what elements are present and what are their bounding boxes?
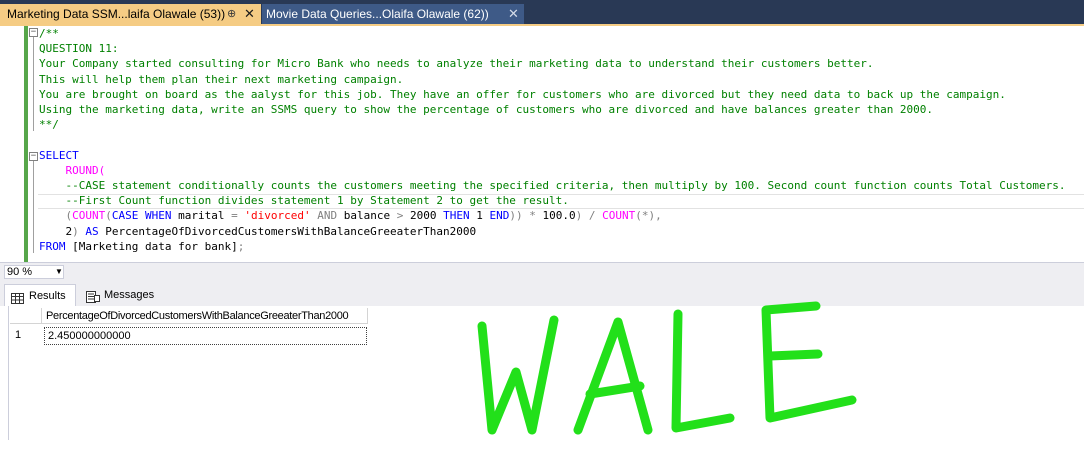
fold-guide bbox=[33, 161, 34, 253]
comment-line: **/ bbox=[39, 118, 59, 132]
comment-line: QUESTION 11: bbox=[39, 42, 119, 56]
paren: ) bbox=[72, 224, 79, 238]
operator: * bbox=[529, 209, 536, 223]
grid-corner[interactable] bbox=[10, 308, 42, 324]
operator: > bbox=[396, 209, 404, 223]
tab-marketing-data[interactable]: Marketing Data SSM...laifa Olawale (53))… bbox=[0, 4, 261, 24]
when-keyword: WHEN bbox=[145, 209, 172, 223]
result-cell[interactable]: 2.450000000000 bbox=[44, 327, 367, 345]
query-editor[interactable]: − − /** QUESTION 11: Your Company starte… bbox=[0, 26, 1084, 262]
comment-line: You are brought on board as the aalyst f… bbox=[39, 87, 1006, 101]
fold-guide bbox=[33, 37, 34, 131]
chevron-down-icon[interactable]: ▼ bbox=[55, 266, 63, 278]
row-number[interactable]: 1 bbox=[10, 326, 42, 344]
round-function: ROUND( bbox=[65, 163, 106, 177]
from-keyword: FROM bbox=[39, 239, 66, 253]
as-keyword: AS bbox=[85, 224, 99, 238]
pin-icon[interactable]: ⊕ bbox=[227, 4, 236, 24]
column-alias: PercentageOfDivorcedCustomersWithBalance… bbox=[105, 224, 477, 238]
end-keyword: END bbox=[489, 209, 510, 223]
select-keyword: SELECT bbox=[39, 148, 79, 162]
tab-label: Messages bbox=[104, 289, 155, 301]
column-name: balance bbox=[343, 209, 391, 223]
tab-label: Marketing Data SSM...laifa Olawale (53)) bbox=[7, 7, 226, 21]
zoom-bar: 90 % ▼ bbox=[0, 262, 1084, 280]
paren: )) bbox=[509, 209, 523, 223]
collapse-icon[interactable]: − bbox=[29, 152, 38, 161]
sql-code: /** QUESTION 11: Your Company started co… bbox=[39, 26, 1066, 254]
close-icon[interactable]: ✕ bbox=[508, 4, 519, 24]
operator: / bbox=[588, 209, 596, 223]
comment-line: --CASE statement conditionally counts th… bbox=[65, 179, 1066, 193]
collapse-icon[interactable]: − bbox=[29, 28, 38, 37]
comma: , bbox=[655, 209, 662, 223]
count-function: COUNT bbox=[72, 209, 106, 223]
document-tab-strip: Marketing Data SSM...laifa Olawale (53))… bbox=[0, 0, 1084, 26]
tab-messages[interactable]: Messages bbox=[80, 284, 156, 306]
semicolon: ; bbox=[237, 239, 245, 253]
then-keyword: THEN bbox=[443, 209, 470, 223]
column-name: marital bbox=[178, 209, 225, 223]
tab-movie-data[interactable]: Movie Data Queries...Olaifa Olawale (62)… bbox=[262, 4, 524, 24]
operator: = bbox=[231, 209, 238, 223]
zoom-dropdown[interactable]: 90 % ▼ bbox=[4, 265, 64, 279]
handwritten-watermark bbox=[477, 301, 857, 435]
close-icon[interactable]: ✕ bbox=[244, 4, 255, 24]
tab-label: Movie Data Queries...Olaifa Olawale (62)… bbox=[266, 7, 489, 21]
grid-border bbox=[8, 306, 9, 440]
paren: (*) bbox=[635, 209, 656, 223]
tab-results[interactable]: Results bbox=[4, 284, 76, 306]
number-literal: 1 bbox=[476, 209, 483, 223]
comment-line: /** bbox=[39, 27, 59, 40]
comment-line: Your Company started consulting for Micr… bbox=[39, 57, 874, 71]
string-literal: 'divorced' bbox=[244, 209, 311, 223]
paren: ( bbox=[105, 209, 112, 223]
column-header[interactable]: PercentageOfDivorcedCustomersWithBalance… bbox=[42, 308, 368, 324]
comment-line: Using the marketing data, write an SSMS … bbox=[39, 103, 934, 117]
zoom-value: 90 % bbox=[7, 266, 33, 278]
comment-line: This will help them plan their next mark… bbox=[39, 72, 404, 86]
comment-line: --First Count function divides statement… bbox=[65, 194, 569, 208]
number-literal: 2000 bbox=[409, 209, 437, 223]
paren: ) bbox=[575, 209, 583, 223]
count-function: COUNT bbox=[602, 209, 636, 223]
change-tracking-bar bbox=[24, 26, 28, 262]
number-literal: 100.0 bbox=[542, 209, 576, 223]
table-name: [Marketing data for bank] bbox=[72, 239, 238, 253]
tab-label: Results bbox=[29, 290, 66, 302]
and-keyword: AND bbox=[317, 209, 338, 223]
case-keyword: CASE bbox=[111, 209, 139, 223]
